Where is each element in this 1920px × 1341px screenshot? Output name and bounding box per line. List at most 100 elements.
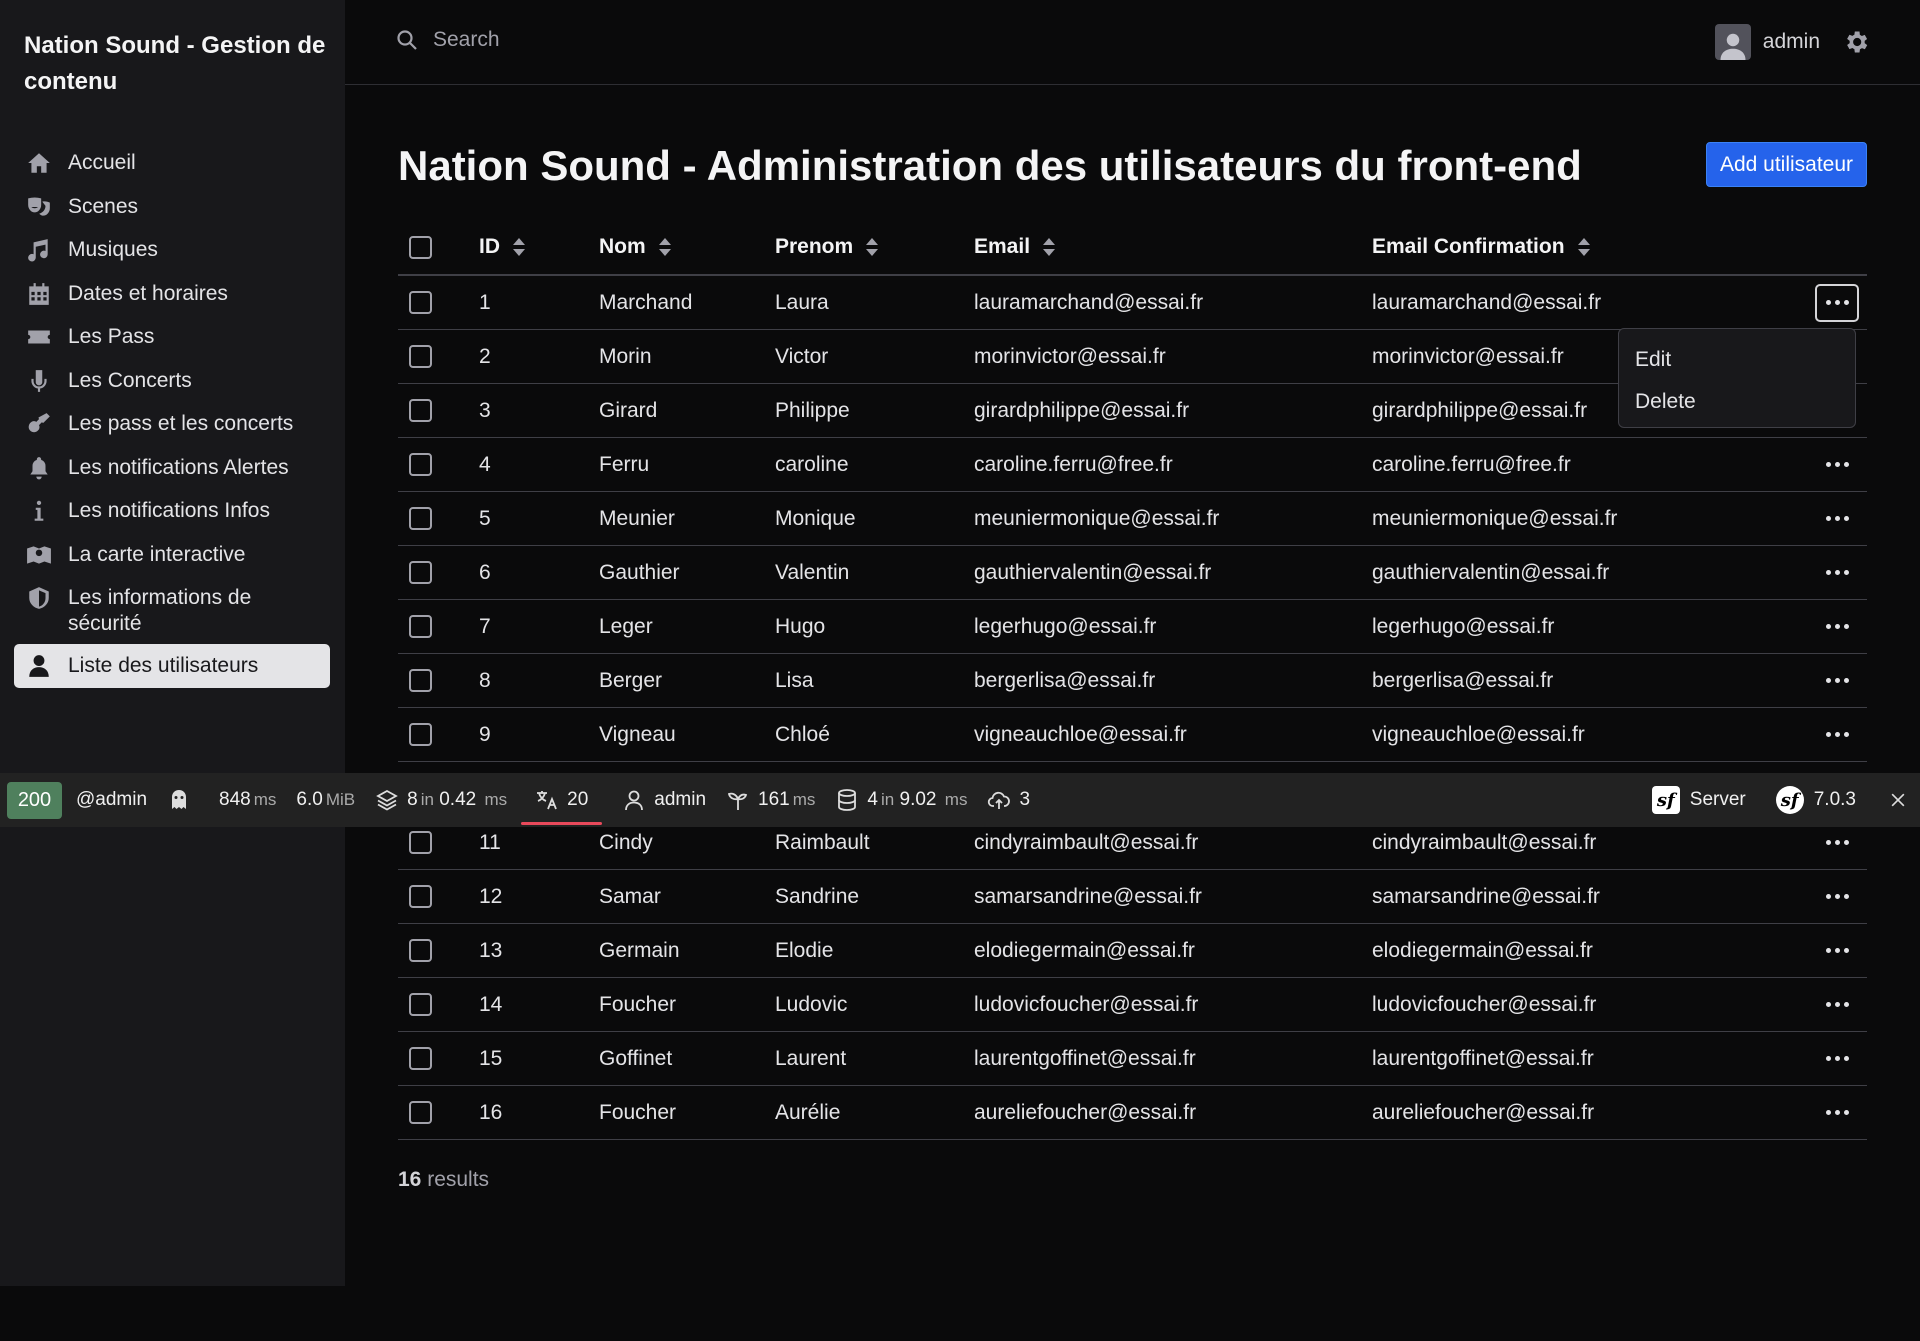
sidebar-item-bell[interactable]: Les notifications Alertes	[14, 446, 330, 490]
row-actions-button[interactable]	[1815, 1094, 1859, 1132]
row-checkbox[interactable]	[409, 831, 432, 854]
sidebar-item-guitar[interactable]: Les pass et les concerts	[14, 402, 330, 446]
row-checkbox[interactable]	[409, 399, 432, 422]
symfony-logo-icon: sf	[1651, 786, 1680, 814]
sidebar-item-theater-masks[interactable]: Scenes	[14, 185, 330, 229]
sidebar-item-map[interactable]: La carte interactive	[14, 533, 330, 577]
row-checkbox[interactable]	[409, 939, 432, 962]
sidebar-item-music[interactable]: Musiques	[14, 228, 330, 272]
sidebar-item-info[interactable]: Les notifications Infos	[14, 489, 330, 533]
row-actions-button[interactable]	[1815, 878, 1859, 916]
cell-id: 13	[479, 938, 503, 962]
row-checkbox[interactable]	[409, 291, 432, 314]
microphone-icon	[24, 368, 54, 394]
sidebar-item-home[interactable]: Accueil	[14, 141, 330, 185]
request-time[interactable]: 848 ms	[219, 789, 276, 811]
row-actions-button[interactable]	[1815, 1040, 1859, 1078]
row-actions-button[interactable]	[1815, 662, 1859, 700]
page-title: Nation Sound - Administration des utilis…	[398, 142, 1582, 189]
user-menu[interactable]: admin	[1714, 24, 1870, 60]
row-checkbox[interactable]	[409, 993, 432, 1016]
row-actions-button[interactable]	[1815, 446, 1859, 484]
cell-email: ludovicfoucher@essai.fr	[974, 992, 1199, 1016]
row-actions-button[interactable]	[1815, 500, 1859, 538]
cell-prenom: Laura	[775, 290, 829, 314]
cell-email-confirmation: ludovicfoucher@essai.fr	[1372, 992, 1597, 1016]
column-header-email[interactable]: Email	[974, 235, 1372, 259]
ghost-icon[interactable]	[167, 788, 199, 812]
select-all-checkbox[interactable]	[409, 235, 432, 259]
column-header-prenom[interactable]: Prenom	[775, 235, 974, 259]
table-row: 12 Samar Sandrine samarsandrine@essai.fr sam…	[398, 870, 1867, 924]
gear-icon[interactable]	[1842, 28, 1870, 56]
sidebar-item-microphone[interactable]: Les Concerts	[14, 359, 330, 403]
row-checkbox[interactable]	[409, 1047, 432, 1070]
more-horizontal-icon	[1825, 624, 1849, 629]
row-actions-button[interactable]	[1815, 716, 1859, 754]
table-row: 8 Berger Lisa bergerlisa@essai.fr bergerlisa…	[398, 654, 1867, 708]
cell-nom: Gauthier	[599, 560, 680, 584]
row-checkbox[interactable]	[409, 885, 432, 908]
row-actions-button[interactable]	[1815, 283, 1859, 322]
more-horizontal-icon	[1825, 948, 1849, 953]
search-input[interactable]: Search	[395, 28, 500, 52]
row-checkbox[interactable]	[409, 345, 432, 368]
row-checkbox[interactable]	[409, 507, 432, 530]
avatar	[1714, 24, 1751, 60]
cell-nom: Marchand	[599, 290, 693, 314]
column-header-email-confirmation[interactable]: Email Confirmation	[1372, 235, 1792, 259]
translate-icon	[537, 791, 557, 810]
sort-icon	[1577, 238, 1590, 257]
server-panel[interactable]: sf Server	[1651, 786, 1746, 814]
twig-panel[interactable]: 161 ms	[726, 788, 815, 812]
column-header-nom[interactable]: Nom	[599, 235, 775, 259]
row-checkbox[interactable]	[409, 561, 432, 584]
symfony-version-panel[interactable]: sf 7.0.3	[1775, 786, 1856, 814]
delete-menu-item[interactable]: Delete	[1619, 383, 1855, 425]
brand-title[interactable]: Nation Sound - Gestion de contenu	[24, 28, 334, 100]
add-user-button[interactable]: Add utilisateur	[1706, 142, 1867, 187]
memory-usage[interactable]: 6.0 MiB	[296, 789, 355, 811]
cell-prenom: Philippe	[775, 398, 850, 422]
row-checkbox[interactable]	[409, 669, 432, 692]
sidebar-item-label: Scenes	[68, 194, 139, 218]
edit-menu-item[interactable]: Edit	[1619, 341, 1855, 383]
cell-email: morinvictor@essai.fr	[974, 344, 1166, 368]
row-checkbox[interactable]	[409, 453, 432, 476]
sidebar-item-shield[interactable]: Les informations de sécurité	[14, 576, 330, 636]
sidebar-item-user[interactable]: Liste des utilisateurs	[14, 644, 330, 688]
row-actions-button[interactable]	[1815, 932, 1859, 970]
cell-prenom: Raimbault	[775, 830, 870, 854]
sidebar-item-calendar[interactable]: Dates et horaires	[14, 272, 330, 316]
assets-panel[interactable]: 3	[987, 788, 1030, 812]
close-toolbar-button[interactable]	[1888, 790, 1908, 810]
row-checkbox[interactable]	[409, 1101, 432, 1124]
user-icon	[625, 790, 644, 811]
sidebar-item-label: La carte interactive	[68, 542, 246, 566]
cell-email-confirmation: caroline.ferru@free.fr	[1372, 452, 1571, 476]
translation-panel[interactable]: 20	[521, 773, 603, 827]
sidebar-item-label: Les Concerts	[68, 368, 192, 392]
database-panel[interactable]: 4 in 9.02 ms	[835, 788, 967, 812]
cell-email-confirmation: cindyraimbault@essai.fr	[1372, 830, 1597, 854]
security-panel[interactable]: admin	[622, 788, 706, 812]
status-badge[interactable]: 200	[7, 781, 62, 819]
more-horizontal-icon	[1825, 516, 1849, 521]
row-checkbox[interactable]	[409, 615, 432, 638]
row-actions-button[interactable]	[1815, 608, 1859, 646]
cell-nom: Girard	[599, 398, 658, 422]
row-actions-button[interactable]	[1815, 824, 1859, 862]
route-name[interactable]: @admin	[76, 789, 147, 811]
cell-email: meuniermonique@essai.fr	[974, 506, 1220, 530]
cell-prenom: Laurent	[775, 1046, 847, 1070]
table-row: 16 Foucher Aurélie aureliefoucher@essai.fr a…	[398, 1086, 1867, 1140]
table-header: ID Nom Prenom Email Email Confirmation	[398, 220, 1867, 276]
column-header-id[interactable]: ID	[479, 235, 599, 259]
forms-panel[interactable]: 8 in 0.42 ms	[375, 788, 507, 812]
sort-icon	[658, 238, 671, 257]
sidebar-item-ticket[interactable]: Les Pass	[14, 315, 330, 359]
row-actions-button[interactable]	[1815, 554, 1859, 592]
row-checkbox[interactable]	[409, 723, 432, 746]
row-actions-button[interactable]	[1815, 986, 1859, 1024]
cell-nom: Cindy	[599, 830, 653, 854]
